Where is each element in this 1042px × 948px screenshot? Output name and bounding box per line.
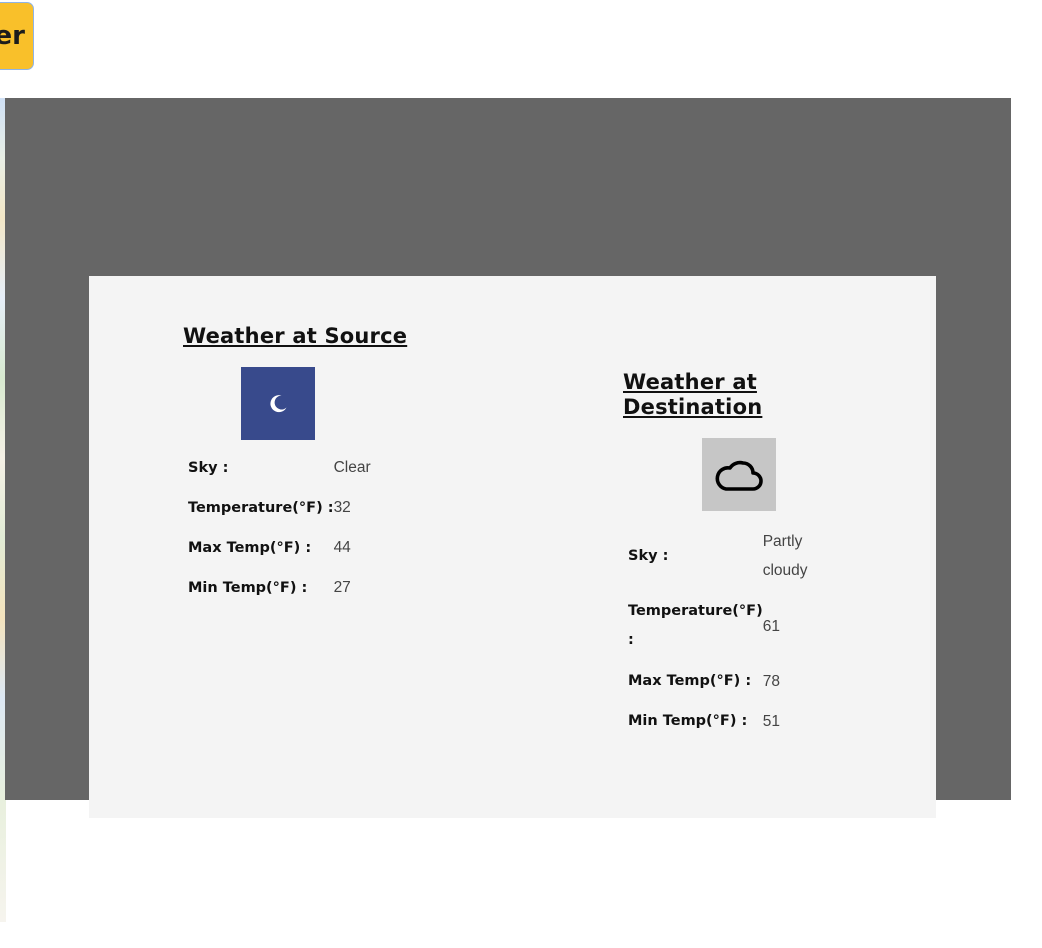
table-row: Sky : Partly cloudy (623, 521, 843, 591)
source-weather-table: Sky : Clear Temperature(°F) : 32 Max Tem… (183, 448, 371, 608)
temperature-value: 32 (333, 499, 351, 516)
destination-weather-section: Weather at Destination Sky : Partly clou… (623, 370, 843, 741)
sky-value: Clear (333, 459, 371, 476)
sky-label: Sky : (628, 547, 669, 564)
table-row: Max Temp(°F) : 78 (623, 661, 843, 701)
temperature-label: Temperature(°F) : (188, 500, 334, 516)
table-row: Sky : Clear (183, 448, 371, 488)
min-temp-value: 27 (333, 579, 351, 596)
destination-weather-title: Weather at Destination (623, 370, 763, 419)
top-action-button[interactable]: er (0, 2, 34, 70)
table-row: Temperature(°F) : 61 (623, 591, 843, 661)
source-weather-title: Weather at Source (183, 324, 408, 348)
temperature-label: Temperature(°F) : (628, 603, 763, 648)
sky-label: Sky : (188, 460, 229, 476)
table-row: Min Temp(°F) : 27 (183, 568, 371, 608)
min-temp-label: Min Temp(°F) : (188, 580, 308, 596)
sky-value: Partly cloudy (762, 533, 808, 579)
table-row: Temperature(°F) : 32 (183, 488, 371, 528)
modal-overlay[interactable]: Weather at Source Sky : Clear Temperatur… (5, 98, 1011, 818)
destination-weather-table: Sky : Partly cloudy Temperature(°F) : 61… (623, 521, 843, 741)
source-weather-section: Weather at Source Sky : Clear Temperatur… (183, 324, 503, 608)
table-row: Min Temp(°F) : 51 (623, 701, 843, 741)
max-temp-value: 78 (762, 672, 780, 690)
min-temp-value: 51 (762, 712, 780, 730)
max-temp-value: 44 (333, 539, 351, 556)
max-temp-label: Max Temp(°F) : (628, 672, 752, 689)
table-row: Max Temp(°F) : 44 (183, 528, 371, 568)
page: er Weather at Source Sky : Clear Tempera… (0, 0, 1042, 948)
max-temp-label: Max Temp(°F) : (188, 540, 312, 556)
min-temp-label: Min Temp(°F) : (628, 712, 748, 729)
weather-panel: Weather at Source Sky : Clear Temperatur… (89, 276, 936, 818)
moon-icon (241, 367, 315, 440)
temperature-value: 61 (762, 617, 780, 635)
cloud-icon (702, 438, 776, 511)
